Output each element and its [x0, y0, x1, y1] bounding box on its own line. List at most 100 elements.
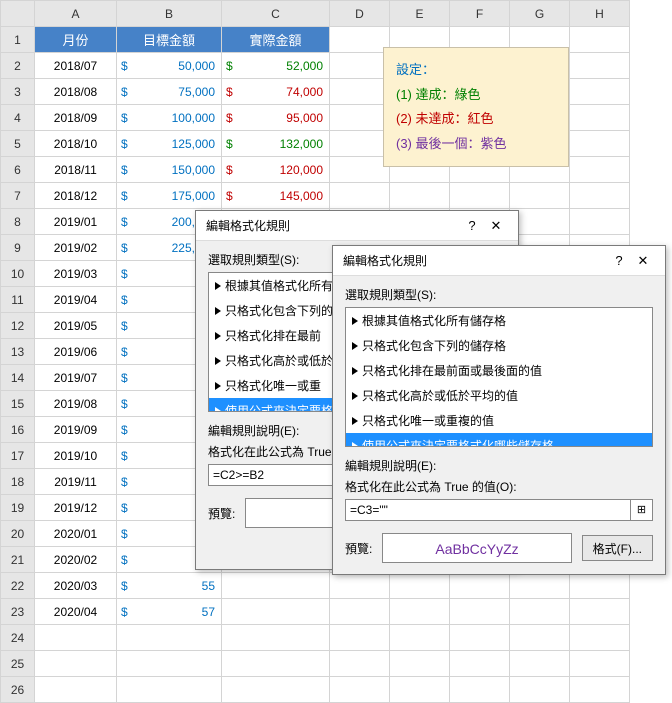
cell-month[interactable]: 2020/01 — [35, 521, 117, 547]
cell-target[interactable]: $55 — [117, 573, 222, 599]
row-header[interactable]: 10 — [1, 261, 35, 287]
cell-month[interactable]: 2019/12 — [35, 495, 117, 521]
cell[interactable] — [390, 651, 450, 677]
col-header-B[interactable]: B — [117, 1, 222, 27]
row-header[interactable]: 20 — [1, 521, 35, 547]
cell[interactable] — [570, 157, 630, 183]
col-header-H[interactable]: H — [570, 1, 630, 27]
cell-actual[interactable] — [222, 599, 330, 625]
rule-type-list[interactable]: 根據其值格式化所有儲存格 只格式化包含下列的儲存格 只格式化排在最前面或最後面的… — [345, 307, 653, 447]
rule-option[interactable]: 只格式化排在最前面或最後面的值 — [346, 358, 652, 383]
header-month[interactable]: 月份 — [35, 27, 117, 53]
cell-month[interactable]: 2019/08 — [35, 391, 117, 417]
row-header[interactable]: 4 — [1, 105, 35, 131]
cell[interactable] — [510, 573, 570, 599]
cell[interactable] — [450, 625, 510, 651]
col-header-G[interactable]: G — [510, 1, 570, 27]
cell-actual[interactable] — [222, 573, 330, 599]
cell-actual[interactable]: $52,000 — [222, 53, 330, 79]
row-header[interactable]: 17 — [1, 443, 35, 469]
cell-target[interactable]: $125,000 — [117, 131, 222, 157]
cell[interactable] — [510, 651, 570, 677]
cell-actual[interactable]: $74,000 — [222, 79, 330, 105]
col-header-A[interactable]: A — [35, 1, 117, 27]
cell[interactable] — [117, 651, 222, 677]
cell[interactable] — [117, 677, 222, 703]
rule-option[interactable]: 只格式化高於或低於平均的值 — [346, 383, 652, 408]
cell[interactable] — [222, 625, 330, 651]
cell[interactable] — [510, 183, 570, 209]
row-header[interactable]: 18 — [1, 469, 35, 495]
close-button[interactable]: ✕ — [484, 211, 508, 241]
cell[interactable] — [330, 79, 390, 105]
cell[interactable] — [450, 183, 510, 209]
cell[interactable] — [35, 651, 117, 677]
format-button[interactable]: 格式(F)... — [582, 535, 653, 561]
cell[interactable] — [510, 677, 570, 703]
cell[interactable] — [570, 131, 630, 157]
rule-option-selected[interactable]: 使用公式來決定要格式化哪些儲存格 — [346, 433, 652, 447]
cell[interactable] — [330, 105, 390, 131]
row-header[interactable]: 13 — [1, 339, 35, 365]
cell-month[interactable]: 2019/11 — [35, 469, 117, 495]
cell[interactable] — [390, 625, 450, 651]
row-header[interactable]: 21 — [1, 547, 35, 573]
cell[interactable] — [570, 651, 630, 677]
row-header[interactable]: 19 — [1, 495, 35, 521]
cell-month[interactable]: 2019/06 — [35, 339, 117, 365]
rule-option[interactable]: 只格式化唯一或重複的值 — [346, 408, 652, 433]
help-button[interactable]: ? — [607, 246, 631, 276]
dialog-titlebar[interactable]: 編輯格式化規則 ? ✕ — [333, 246, 665, 276]
row-header[interactable]: 11 — [1, 287, 35, 313]
cell[interactable] — [390, 677, 450, 703]
cell-target[interactable]: $150,000 — [117, 157, 222, 183]
cell-month[interactable]: 2019/09 — [35, 417, 117, 443]
row-header[interactable]: 26 — [1, 677, 35, 703]
cell[interactable] — [330, 573, 390, 599]
row-header[interactable]: 5 — [1, 131, 35, 157]
cell[interactable] — [570, 183, 630, 209]
cell[interactable] — [570, 27, 630, 53]
cell[interactable] — [450, 677, 510, 703]
row-header[interactable]: 16 — [1, 417, 35, 443]
cell-month[interactable]: 2020/03 — [35, 573, 117, 599]
row-header[interactable]: 25 — [1, 651, 35, 677]
cell[interactable] — [570, 677, 630, 703]
cell[interactable] — [450, 573, 510, 599]
cell-actual[interactable]: $95,000 — [222, 105, 330, 131]
cell[interactable] — [570, 209, 630, 235]
cell[interactable] — [330, 625, 390, 651]
cell[interactable] — [330, 157, 390, 183]
cell[interactable] — [330, 599, 390, 625]
cell[interactable] — [222, 651, 330, 677]
cell[interactable] — [330, 677, 390, 703]
cell[interactable] — [510, 599, 570, 625]
corner-cell[interactable] — [1, 1, 35, 27]
cell[interactable] — [570, 53, 630, 79]
cell[interactable] — [390, 573, 450, 599]
rule-option[interactable]: 只格式化包含下列的儲存格 — [346, 333, 652, 358]
cell-month[interactable]: 2018/07 — [35, 53, 117, 79]
row-header[interactable]: 24 — [1, 625, 35, 651]
row-header[interactable]: 6 — [1, 157, 35, 183]
col-header-D[interactable]: D — [330, 1, 390, 27]
cell[interactable] — [450, 599, 510, 625]
cell[interactable] — [570, 573, 630, 599]
cell-month[interactable]: 2019/03 — [35, 261, 117, 287]
cell-month[interactable]: 2019/07 — [35, 365, 117, 391]
cell[interactable] — [390, 183, 450, 209]
cell-actual[interactable]: $145,000 — [222, 183, 330, 209]
row-header[interactable]: 7 — [1, 183, 35, 209]
cell[interactable] — [330, 183, 390, 209]
cell-month[interactable]: 2019/01 — [35, 209, 117, 235]
cell[interactable] — [570, 79, 630, 105]
cell-month[interactable]: 2019/10 — [35, 443, 117, 469]
cell-month[interactable]: 2018/09 — [35, 105, 117, 131]
dialog-titlebar[interactable]: 編輯格式化規則 ? ✕ — [196, 211, 518, 241]
cell[interactable] — [330, 651, 390, 677]
cell-target[interactable]: $100,000 — [117, 105, 222, 131]
cell-month[interactable]: 2018/10 — [35, 131, 117, 157]
cell-month[interactable]: 2019/04 — [35, 287, 117, 313]
row-header[interactable]: 3 — [1, 79, 35, 105]
cell-target[interactable]: $57 — [117, 599, 222, 625]
